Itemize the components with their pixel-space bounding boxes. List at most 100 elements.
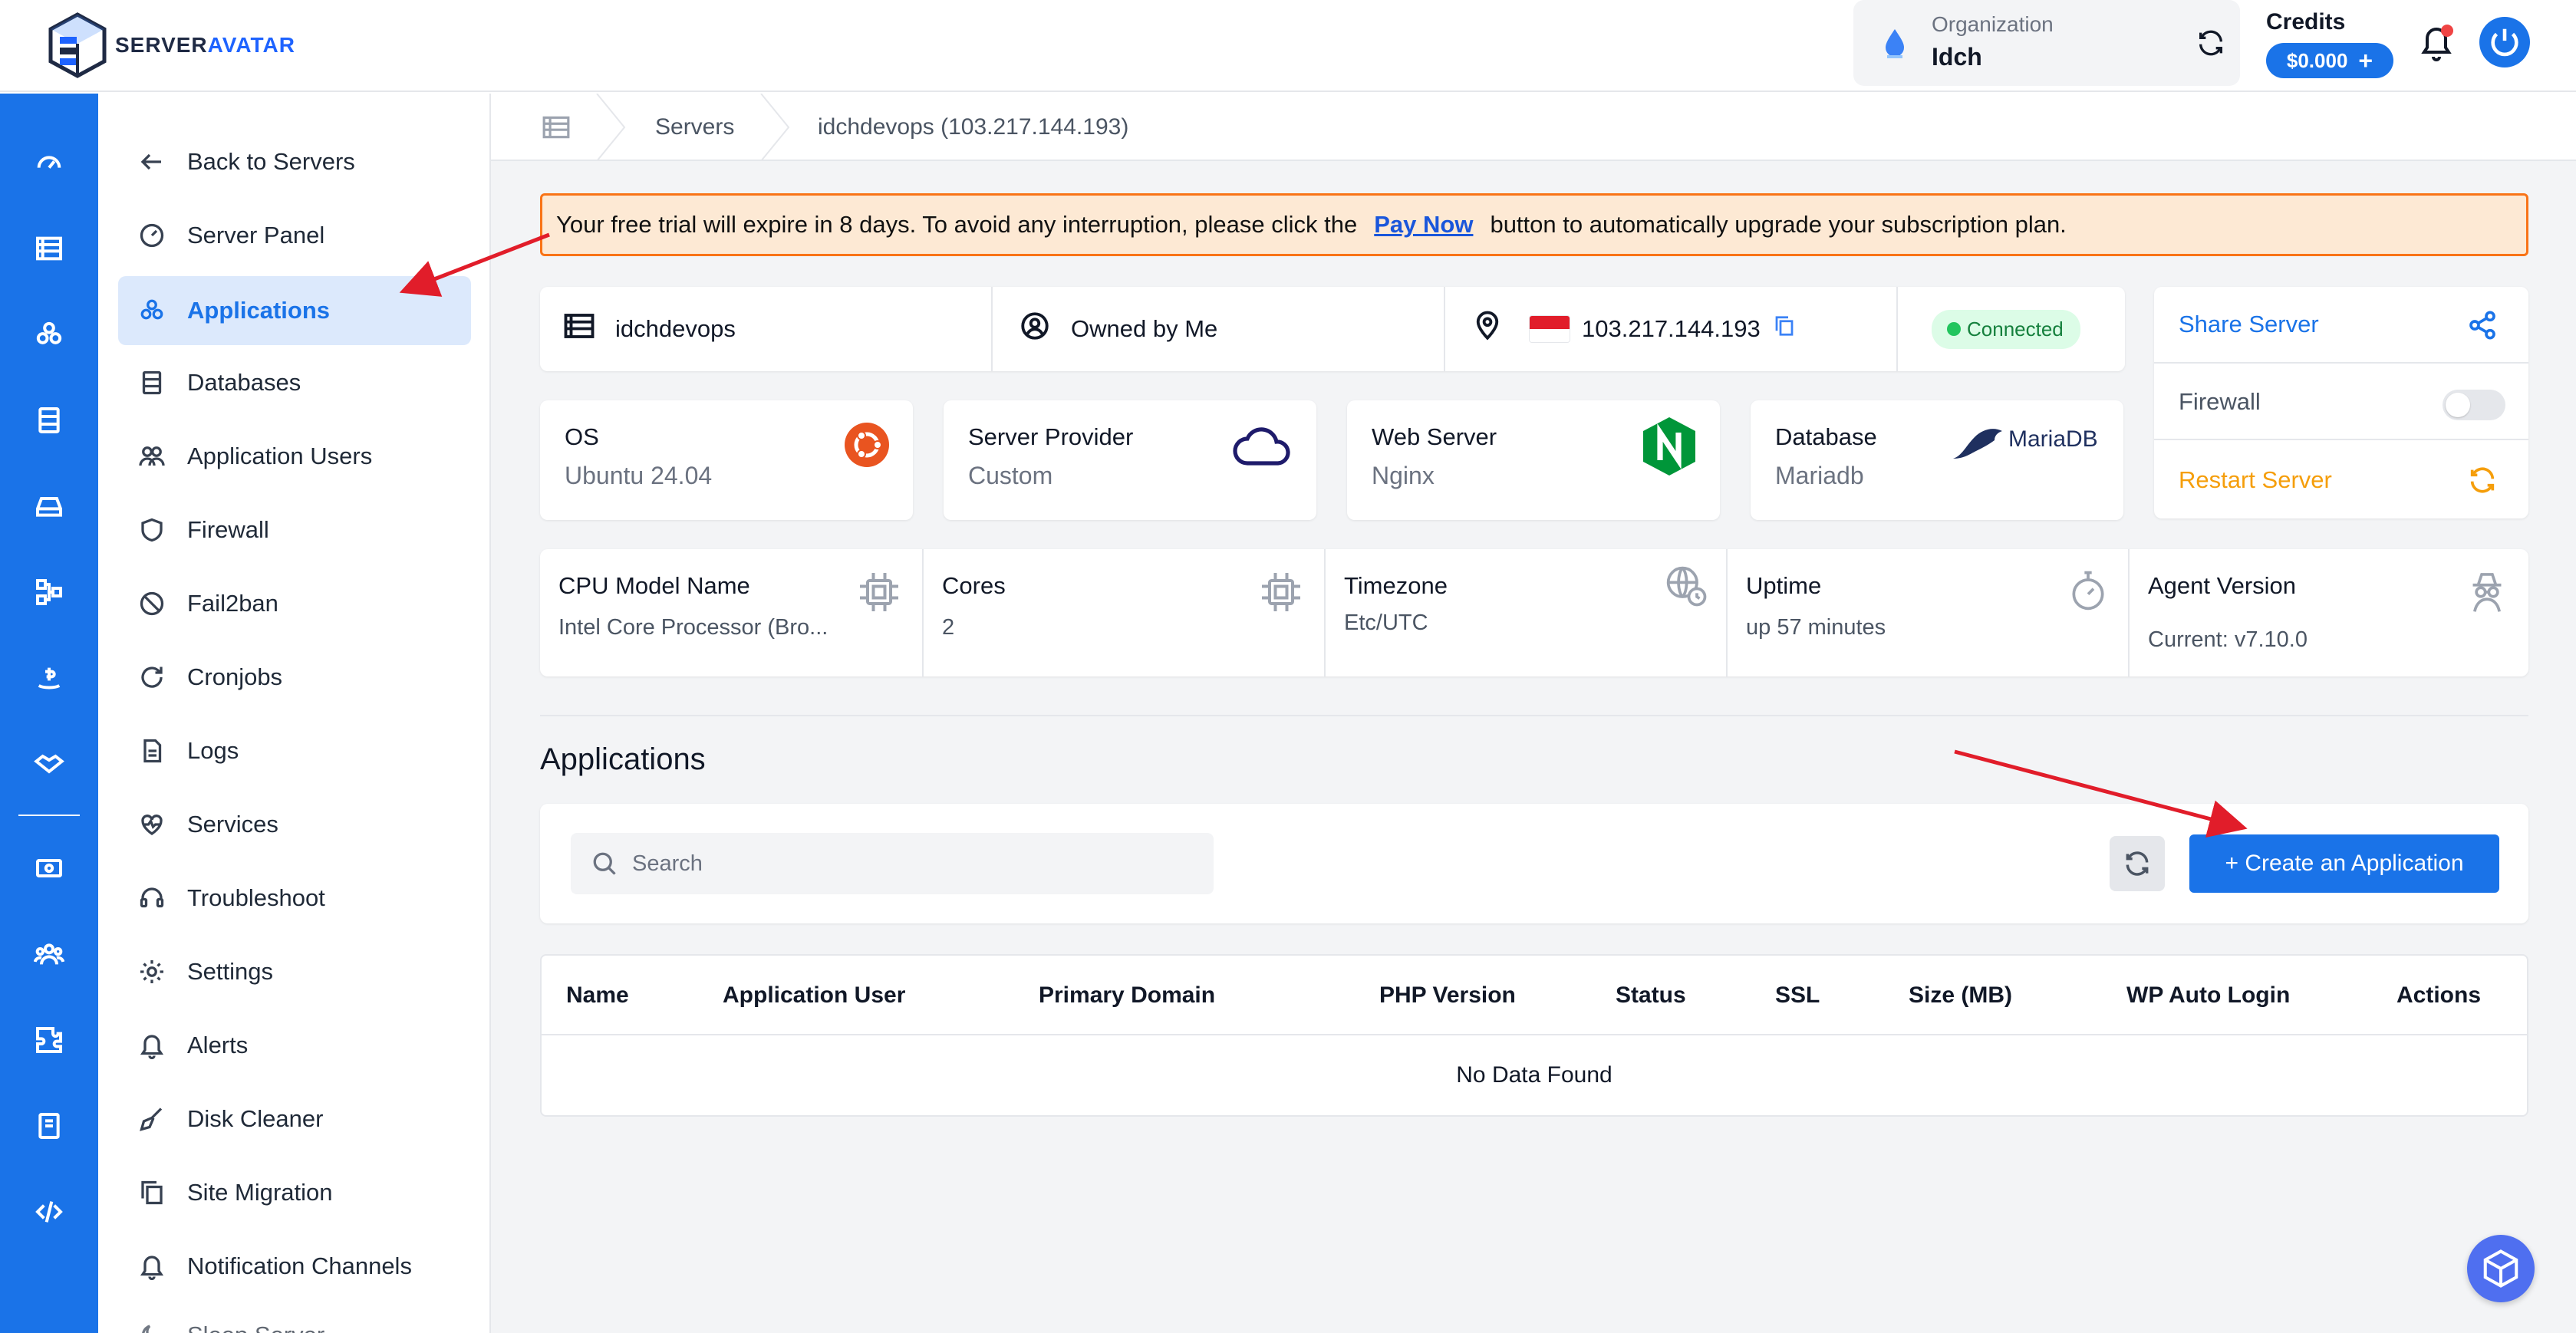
menu-item-back-to-servers[interactable]: Back to Servers xyxy=(118,127,471,196)
card-value: Ubuntu 24.04 xyxy=(565,462,713,489)
column-header: Actions xyxy=(2396,982,2482,1008)
add-credits-button[interactable]: $0.000 + xyxy=(2266,43,2393,78)
restart-icon xyxy=(2470,467,2495,493)
column-header[interactable]: Name xyxy=(566,956,629,1035)
bell-icon xyxy=(135,1029,169,1062)
switch-org-icon[interactable] xyxy=(2196,28,2226,62)
spec-timezone: Timezone Etc/UTC xyxy=(1326,549,1726,676)
menu-item-services[interactable]: Services xyxy=(118,790,471,859)
menu-item-sleep-server[interactable]: Sleep Server xyxy=(118,1301,471,1333)
menu-item-application-users[interactable]: Application Users xyxy=(118,422,471,491)
team-icon[interactable] xyxy=(31,936,68,973)
menu-item-site-migration[interactable]: Site Migration xyxy=(118,1158,471,1227)
menu-item-troubleshoot[interactable]: Troubleshoot xyxy=(118,864,471,933)
column-header[interactable]: WP Auto Login xyxy=(2126,956,2290,1035)
rail-divider xyxy=(18,815,80,816)
network-icon[interactable] xyxy=(31,574,68,611)
integrations-icon[interactable] xyxy=(31,1022,68,1058)
handshake-icon[interactable] xyxy=(31,745,68,782)
dashboard-icon[interactable] xyxy=(31,144,68,181)
menu-item-label: Troubleshoot xyxy=(187,884,325,911)
menu-item-logs[interactable]: Logs xyxy=(118,716,471,785)
breadcrumb-servers[interactable]: Servers xyxy=(655,94,734,161)
user-avatar[interactable] xyxy=(2479,17,2530,67)
servers-icon[interactable] xyxy=(31,230,68,267)
copy-icon[interactable] xyxy=(1773,314,1796,344)
column-header[interactable]: PHP Version xyxy=(1379,956,1516,1035)
refresh-button[interactable] xyxy=(2110,836,2165,891)
search-icon xyxy=(593,852,616,875)
menu-item-label: Alerts xyxy=(187,1032,249,1058)
card-label: Server Provider xyxy=(968,423,1134,450)
copy-icon xyxy=(135,1176,169,1210)
money-icon[interactable] xyxy=(31,850,68,887)
restart-server-button[interactable]: Restart Server xyxy=(2154,442,2528,518)
menu-item-notification-channels[interactable]: Notification Channels xyxy=(118,1232,471,1301)
server-actions-card: Share Server Firewall Restart Server xyxy=(2154,287,2528,518)
share-icon xyxy=(2469,311,2495,340)
menu-item-cronjobs[interactable]: Cronjobs xyxy=(118,643,471,712)
server-menu: Back to Servers Server Panel Application… xyxy=(98,94,491,1333)
menu-item-firewall[interactable]: Firewall xyxy=(118,495,471,564)
brand-logo[interactable]: SERVERAVATAR xyxy=(48,11,295,80)
spec-uptime: Uptime up 57 minutes xyxy=(1728,549,2128,676)
column-header[interactable]: Primary Domain xyxy=(1039,956,1215,1035)
spec-cores: Cores 2 xyxy=(924,549,1324,676)
os-card: OS Ubuntu 24.04 xyxy=(540,400,913,520)
applications-icon[interactable] xyxy=(31,316,68,353)
headset-icon xyxy=(135,881,169,915)
column-header[interactable]: Size (MB) xyxy=(1909,956,2012,1035)
spec-value: Intel Core Processor (Bro... xyxy=(558,615,828,640)
column-header[interactable]: SSL xyxy=(1775,956,1820,1035)
spec-agent-version: Agent Version Current: v7.10.0 xyxy=(2130,549,2528,676)
menu-item-label: Back to Servers xyxy=(187,148,355,175)
spec-value: 2 xyxy=(942,615,955,640)
breadcrumb-separator xyxy=(760,94,790,161)
divider xyxy=(1896,287,1898,371)
spec-value: up 57 minutes xyxy=(1746,615,1886,640)
docs-icon[interactable] xyxy=(31,1108,68,1144)
storage-icon[interactable] xyxy=(31,488,68,525)
share-server-button[interactable]: Share Server xyxy=(2154,287,2528,364)
menu-item-server-panel[interactable]: Server Panel xyxy=(118,201,471,270)
trial-alert: Your free trial will expire in 8 days. T… xyxy=(540,193,2528,256)
credits-label: Credits xyxy=(2266,9,2346,35)
servers-list-icon[interactable] xyxy=(542,114,571,145)
billing-icon[interactable] xyxy=(31,660,68,696)
databases-icon[interactable] xyxy=(31,402,68,439)
column-header[interactable]: Status xyxy=(1616,956,1686,1035)
menu-item-fail2ban[interactable]: Fail2ban xyxy=(118,569,471,638)
menu-item-disk-cleaner[interactable]: Disk Cleaner xyxy=(118,1085,471,1154)
menu-item-databases[interactable]: Databases xyxy=(118,348,471,417)
mariadb-logo-text: MariaDB xyxy=(2008,426,2098,452)
menu-item-label: Server Panel xyxy=(187,222,325,248)
server-ip: 103.217.144.193 xyxy=(1582,315,1761,342)
notifications-button[interactable] xyxy=(2418,23,2455,67)
column-header[interactable]: Application User xyxy=(723,956,905,1035)
refresh-icon xyxy=(135,660,169,694)
server-icon xyxy=(563,310,595,348)
restart-server-label: Restart Server xyxy=(2179,466,2332,493)
code-icon[interactable] xyxy=(31,1193,68,1230)
alert-text: Your free trial will expire in 8 days. T… xyxy=(556,211,1358,238)
applications-heading: Applications xyxy=(540,742,706,776)
gear-icon xyxy=(135,955,169,989)
spec-value: Current: v7.10.0 xyxy=(2148,627,2308,652)
serveravatar-logo-icon xyxy=(48,12,107,78)
firewall-row: Firewall xyxy=(2154,365,2528,440)
organization-switcher[interactable]: Organization Idch xyxy=(1853,0,2240,86)
menu-item-alerts[interactable]: Alerts xyxy=(118,1011,471,1080)
server-provider-card: Server Provider Custom xyxy=(944,400,1316,520)
menu-item-label: Settings xyxy=(187,958,274,985)
help-chat-button[interactable] xyxy=(2467,1235,2535,1302)
menu-item-label: Sleep Server xyxy=(187,1321,324,1333)
pay-now-link[interactable]: Pay Now xyxy=(1374,211,1473,239)
menu-item-settings[interactable]: Settings xyxy=(118,937,471,1006)
firewall-toggle[interactable] xyxy=(2443,390,2505,420)
icon-rail xyxy=(0,94,98,1333)
menu-item-applications[interactable]: Applications xyxy=(118,276,471,345)
create-application-button[interactable]: + Create an Application xyxy=(2189,834,2499,893)
card-label: OS xyxy=(565,423,599,450)
file-icon xyxy=(135,734,169,768)
search-input[interactable]: Search xyxy=(571,833,1214,894)
